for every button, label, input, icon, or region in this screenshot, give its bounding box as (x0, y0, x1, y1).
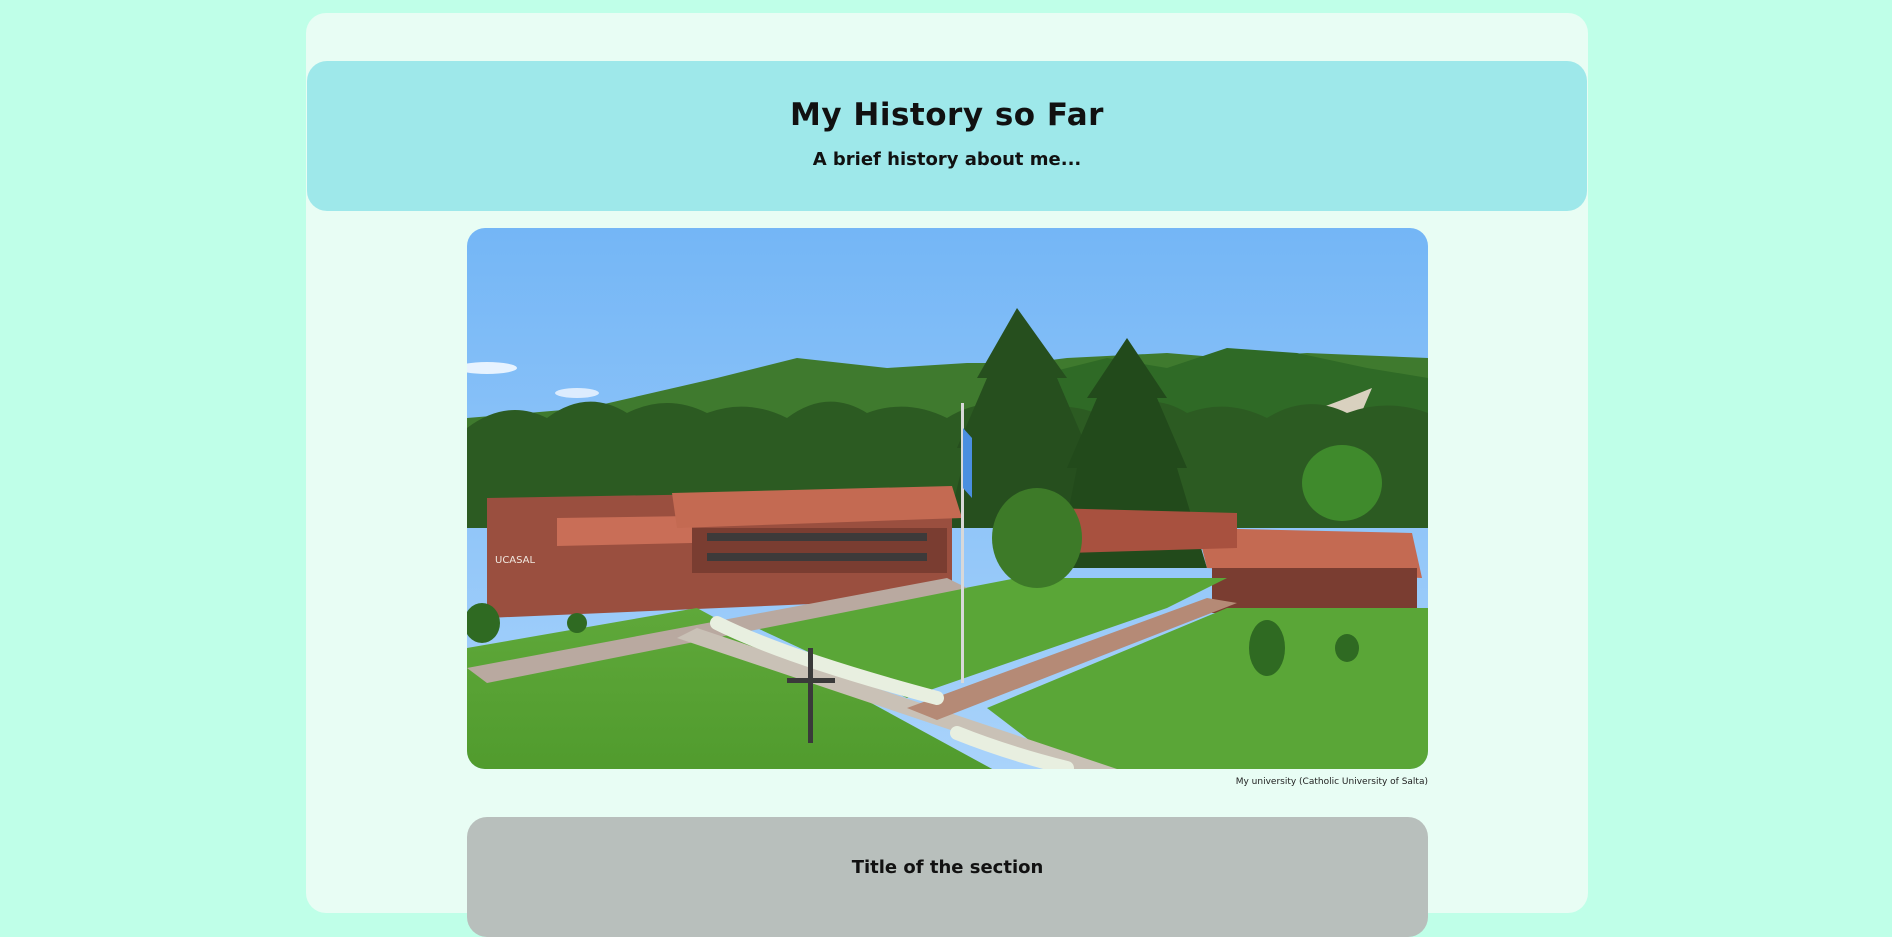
page-subtitle: A brief history about me... (812, 149, 1082, 170)
page-title: My History so Far (790, 97, 1104, 133)
building-sign: UCASAL (495, 555, 536, 566)
university-photo: UCASAL (467, 228, 1428, 769)
content-section: Title of the section (467, 817, 1428, 937)
section-title: Title of the section (851, 857, 1044, 878)
page-header: My History so Far A brief history about … (307, 61, 1587, 211)
photo-caption: My university (Catholic University of Sa… (1235, 777, 1428, 787)
page-container: My History so Far A brief history about … (306, 13, 1588, 937)
